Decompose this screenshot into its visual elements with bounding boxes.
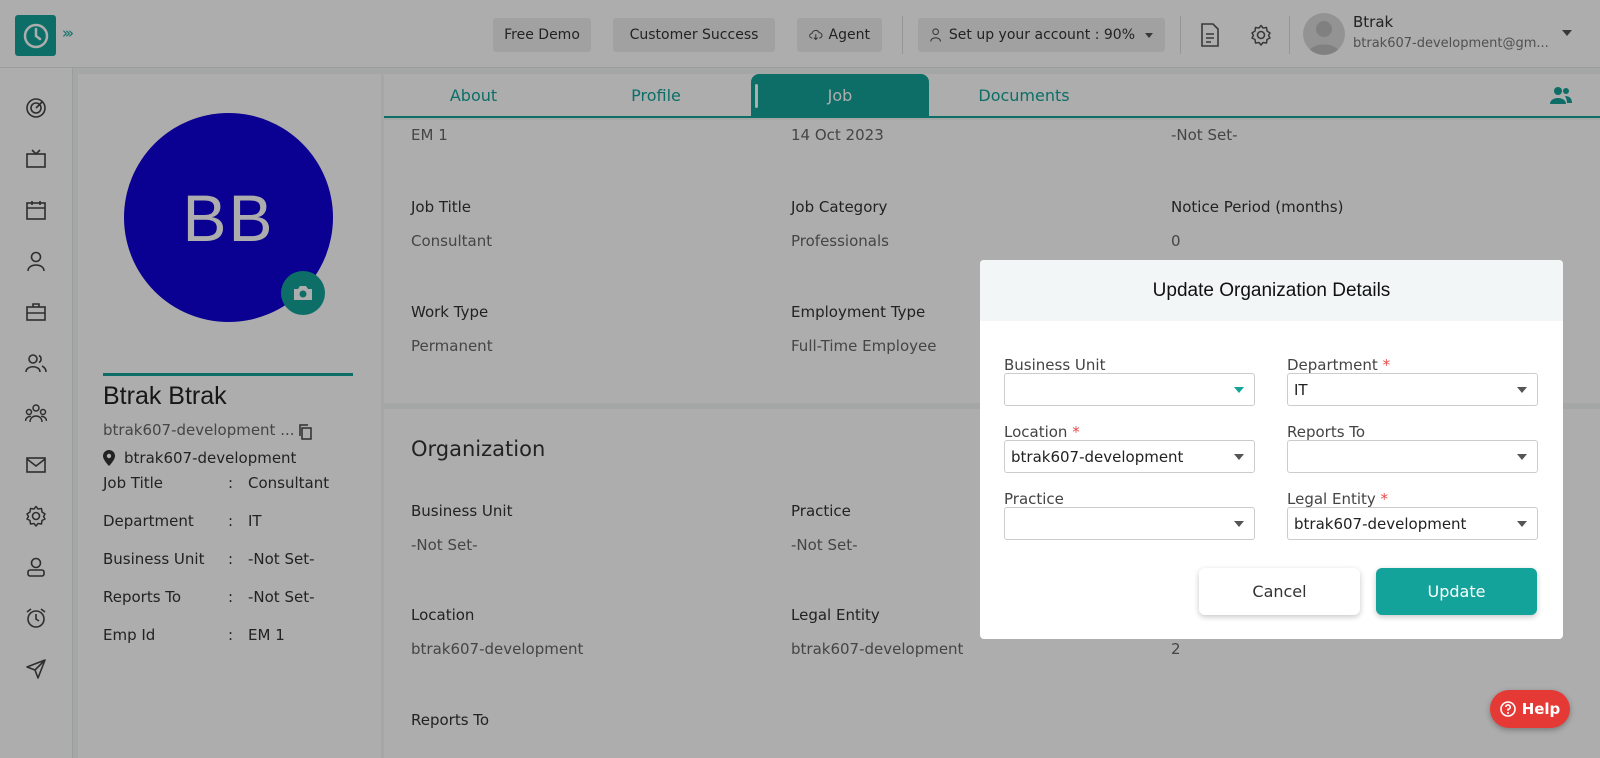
business-unit-field-label-text: Business Unit [1004, 356, 1106, 374]
practice-field-label: Practice [1004, 490, 1064, 508]
reports-to-field-label: Reports To [1287, 423, 1365, 441]
chevron-down-icon [1517, 387, 1527, 393]
practice-field-label-text: Practice [1004, 490, 1064, 508]
question-circle-icon [1499, 701, 1516, 717]
department-field-label: Department * [1287, 356, 1390, 374]
update-organization-modal: Update Organization Details Business Uni… [980, 260, 1563, 639]
practice-select[interactable] [1004, 507, 1255, 540]
department-field-label-text: Department [1287, 356, 1378, 374]
chevron-down-icon [1517, 521, 1527, 527]
cancel-button[interactable]: Cancel [1199, 568, 1360, 615]
update-button[interactable]: Update [1376, 568, 1537, 615]
location-field-label: Location * [1004, 423, 1080, 441]
chevron-down-icon [1234, 521, 1244, 527]
business-unit-field-label: Business Unit [1004, 356, 1105, 374]
modal-title: Update Organization Details [980, 260, 1563, 321]
required-asterisk: * [1382, 356, 1391, 374]
chevron-down-icon [1234, 454, 1244, 460]
legal-entity-select[interactable]: btrak607-development [1287, 507, 1538, 540]
department-select-value: IT [1294, 380, 1308, 399]
required-asterisk: * [1072, 423, 1080, 441]
reports-to-select[interactable] [1287, 440, 1538, 473]
legal-entity-field-label-text: Legal Entity [1287, 490, 1376, 508]
location-select[interactable]: btrak607-development [1004, 440, 1255, 473]
help-button[interactable]: Help [1490, 690, 1570, 728]
required-asterisk: * [1380, 490, 1389, 508]
chevron-down-icon [1517, 454, 1527, 460]
location-field-label-text: Location [1004, 423, 1068, 441]
legal-entity-field-label: Legal Entity * [1287, 490, 1388, 508]
legal-entity-select-value: btrak607-development [1294, 514, 1467, 533]
help-label: Help [1521, 700, 1561, 718]
department-select[interactable]: IT [1287, 373, 1538, 406]
reports-to-field-label-text: Reports To [1287, 423, 1366, 441]
location-select-value: btrak607-development [1011, 447, 1184, 466]
chevron-down-icon [1234, 387, 1244, 393]
business-unit-select[interactable] [1004, 373, 1255, 406]
